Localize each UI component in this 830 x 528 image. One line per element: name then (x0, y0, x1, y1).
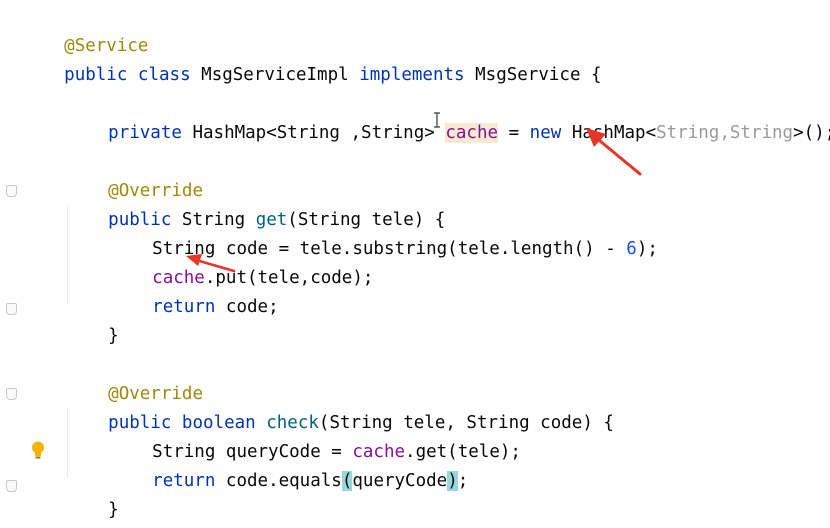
text-cursor-icon (434, 112, 440, 128)
code-line-7[interactable]: public String get(String tele) { (66, 177, 445, 230)
keyword-implements: implements (359, 65, 465, 85)
closing-brace: } (108, 326, 119, 346)
fold-marker-icon[interactable] (6, 388, 17, 400)
field-cache-declaration: cache (445, 123, 499, 143)
code-line-8[interactable]: String code = tele.substring(tele.length… (110, 206, 658, 259)
code-line-14[interactable]: public boolean check(String tele, String… (66, 380, 614, 433)
fold-marker-icon[interactable] (6, 480, 17, 492)
code-line-11[interactable]: } (66, 293, 119, 346)
code-line-2[interactable]: public class MsgServiceImpl implements M… (22, 32, 601, 85)
interface-name: MsgService { (475, 65, 602, 85)
code-line-1[interactable]: @Service (22, 3, 148, 56)
code-line-9[interactable]: cache.put(tele,code); (110, 235, 373, 288)
lightbulb-icon[interactable] (29, 440, 47, 460)
code-line-17[interactable]: } (66, 467, 119, 520)
editor-gutter[interactable] (0, 0, 16, 528)
number-literal: 6 (626, 239, 637, 259)
code-line-13[interactable]: @Override (66, 351, 203, 404)
keyword-return: return (152, 297, 216, 317)
class-name: MsgServiceImpl (201, 65, 349, 85)
code-line-15[interactable]: String queryCode = cache.get(tele); (110, 409, 521, 462)
keyword-public: public (64, 65, 128, 85)
query-code-arg: queryCode (352, 471, 448, 491)
closing-brace: } (108, 500, 119, 520)
keyword-return: return (152, 471, 216, 491)
code-line-6[interactable]: @Override (66, 148, 203, 201)
red-arrow-icon (186, 254, 236, 273)
keyword-new: new (529, 123, 562, 143)
keyword-class: class (137, 65, 191, 85)
red-arrow-icon (586, 128, 642, 176)
fold-marker-icon[interactable] (6, 185, 17, 197)
generic-params: String,String (656, 123, 794, 143)
code-line-18[interactable]: } (22, 496, 75, 525)
equals-call: code.equals (225, 471, 342, 491)
keyword-private: private (108, 123, 182, 143)
assign-op: = (508, 123, 520, 143)
statement-end: ; (457, 471, 469, 491)
field-type: HashMap<String ,String> (192, 123, 435, 143)
constructor-end: >(); (793, 123, 830, 143)
paren-match-close: ) (447, 471, 458, 491)
statement-end: ); (636, 239, 658, 259)
code-editor[interactable]: @Service public class MsgServiceImpl imp… (0, 0, 830, 528)
code-line-4[interactable]: private HashMap<String ,String> cache = … (66, 90, 830, 143)
paren-match-open: ( (341, 471, 353, 491)
return-value: code; (225, 297, 279, 317)
fold-marker-icon[interactable] (6, 303, 17, 315)
code-line-16[interactable]: return code.equals(queryCode); (110, 438, 468, 491)
